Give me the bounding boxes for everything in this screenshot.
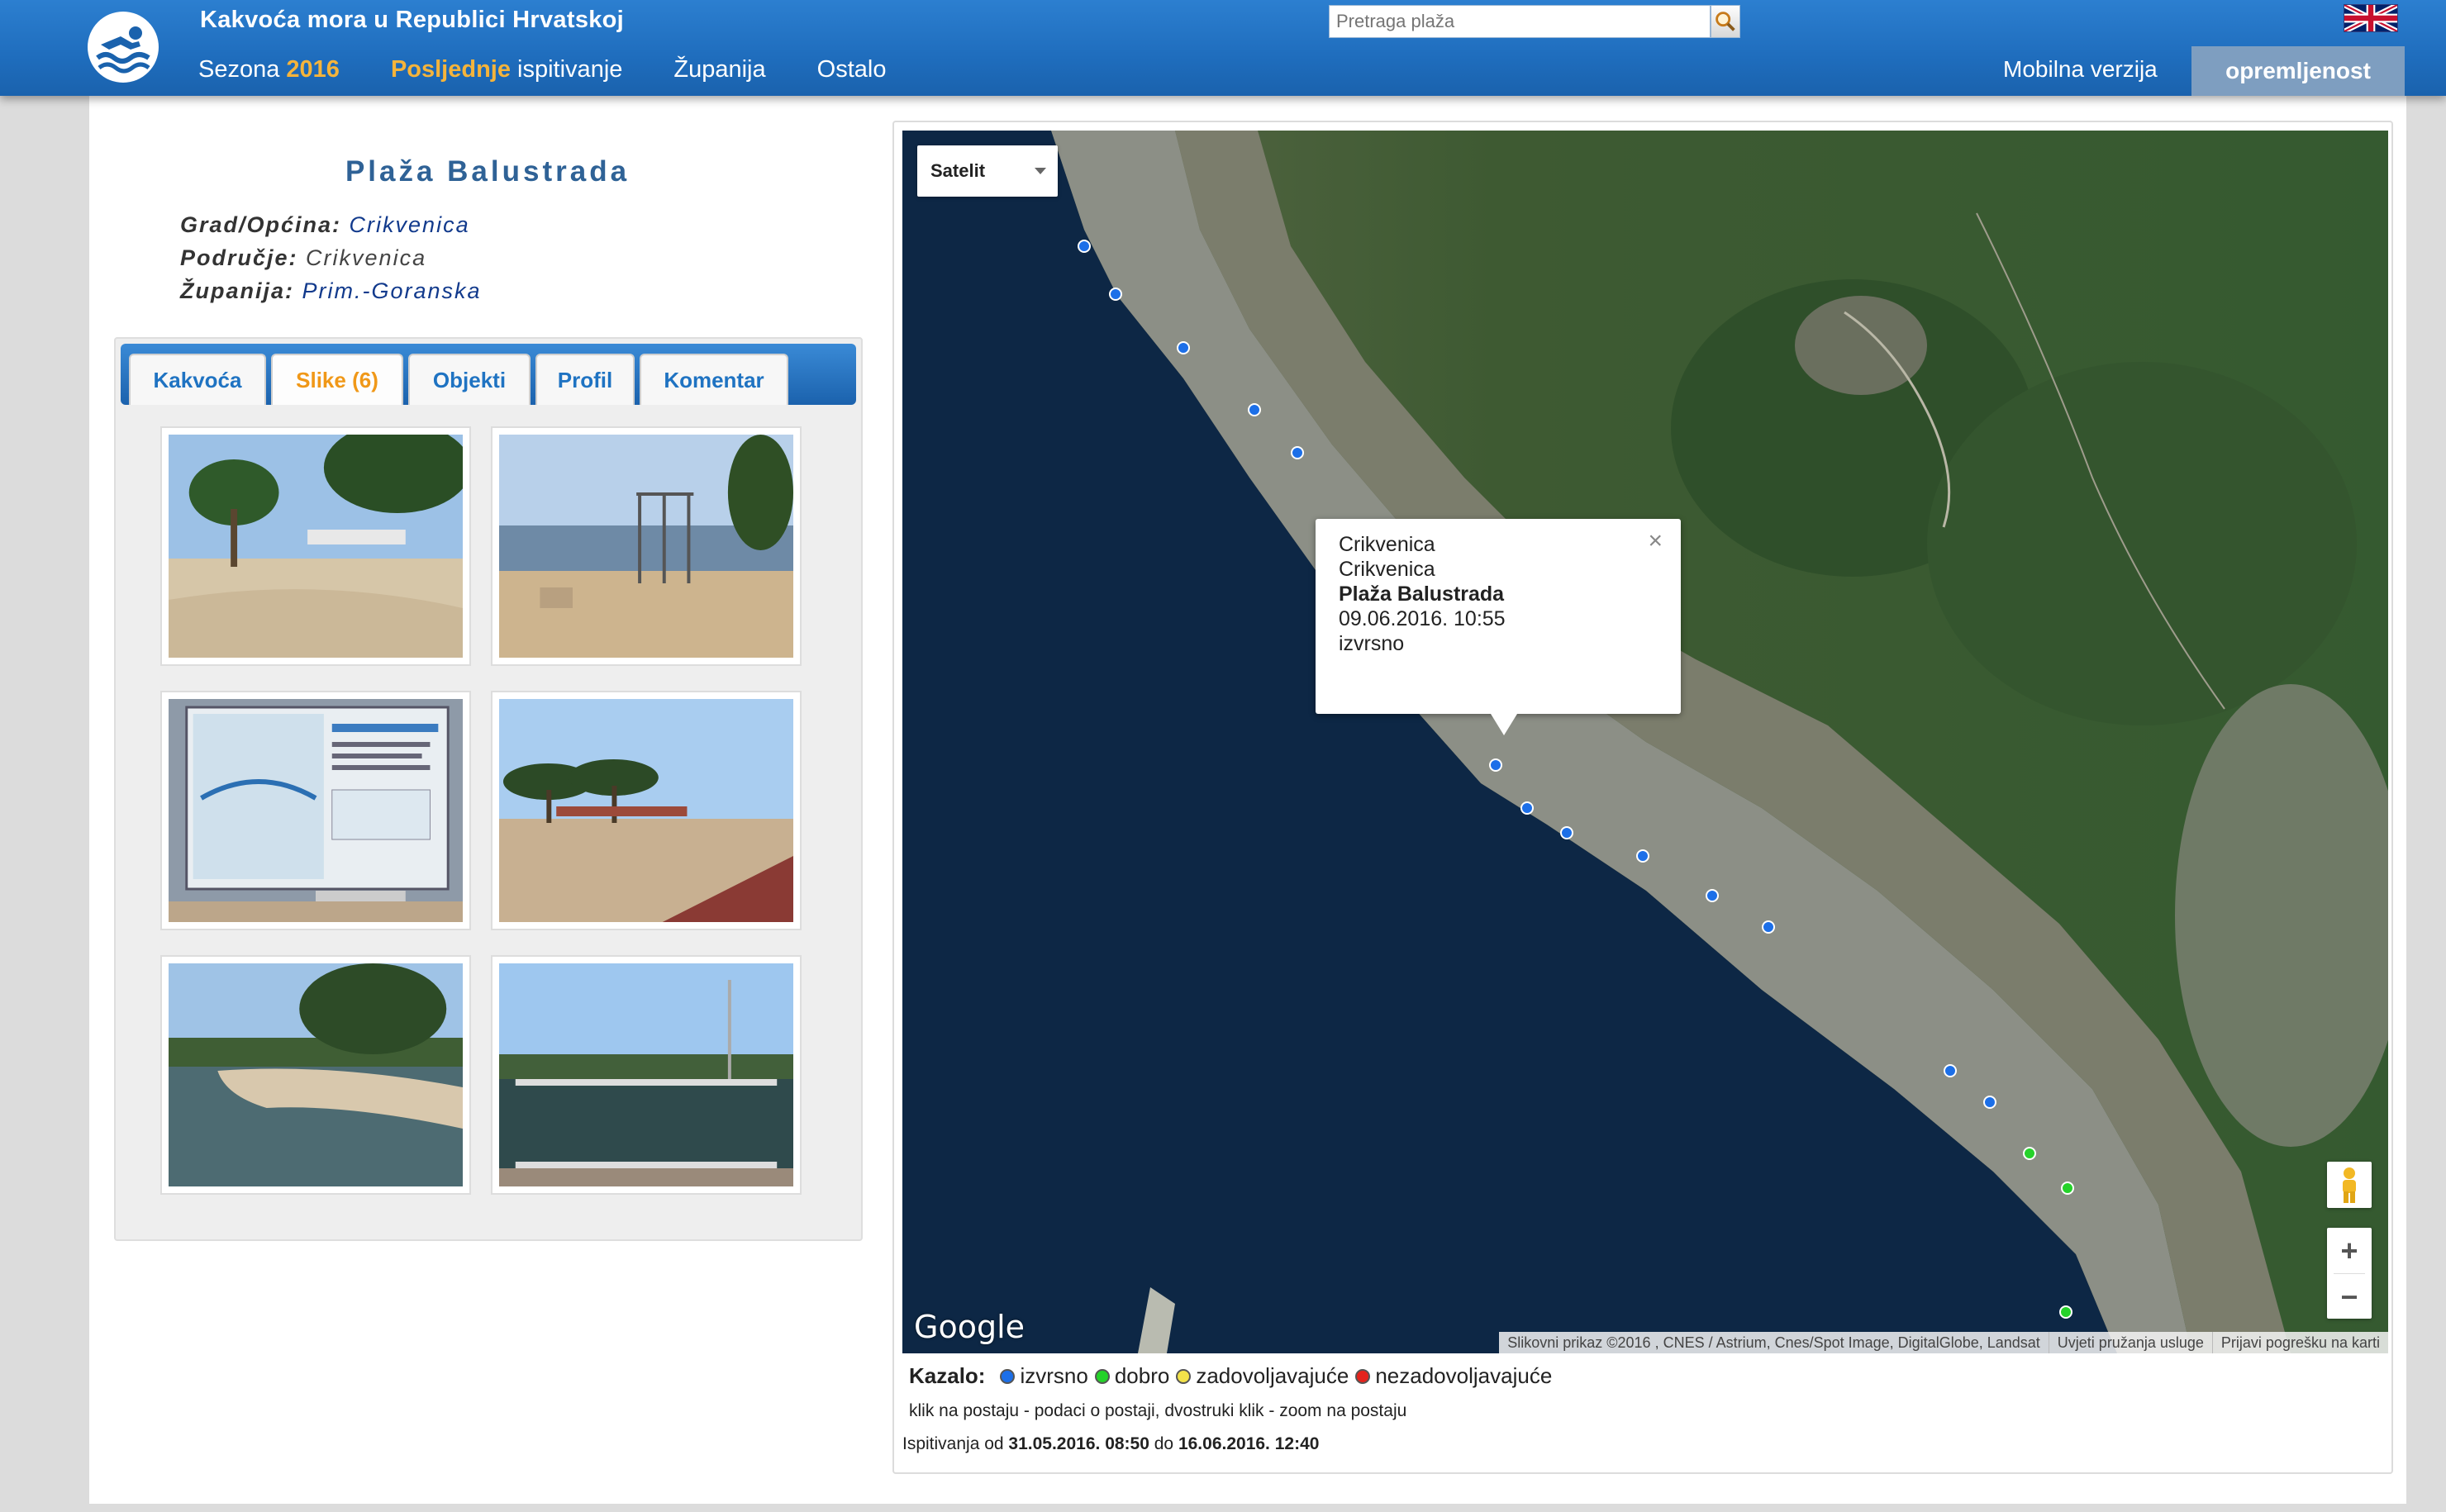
county-row: Županija: Prim.-Goranska bbox=[180, 274, 482, 307]
map-type-label: Satelit bbox=[930, 160, 986, 181]
range-to: 16.06.2016. 12:40 bbox=[1178, 1434, 1320, 1453]
station-marker[interactable] bbox=[1109, 288, 1122, 301]
site-title[interactable]: Kakvoća mora u Republici Hrvatskoj bbox=[200, 7, 624, 34]
equipment-tab[interactable]: opremljenost bbox=[2191, 46, 2405, 96]
station-marker[interactable] bbox=[2061, 1182, 2074, 1195]
nav-county[interactable]: Županija bbox=[673, 56, 765, 83]
station-popup: × Crikvenica Crikvenica Plaža Balustrada… bbox=[1316, 519, 1681, 735]
range-from: 31.05.2016. 08:50 bbox=[1008, 1434, 1149, 1453]
popup-datetime: 09.06.2016. 10:55 bbox=[1339, 607, 1506, 630]
content-page: Plaža Balustrada Grad/Općina: Crikvenica… bbox=[89, 96, 2406, 1504]
nav-last-test[interactable]: Posljednje ispitivanje bbox=[391, 56, 622, 83]
station-marker[interactable] bbox=[1520, 801, 1534, 815]
nav-season-year: 2016 bbox=[286, 56, 340, 83]
beach-photo-3[interactable] bbox=[160, 691, 471, 930]
street-view-pegman-icon[interactable] bbox=[2327, 1162, 2372, 1208]
station-marker[interactable] bbox=[1291, 446, 1304, 459]
tabs-panel: Kakvoća Slike (6) Objekti Profil Komenta… bbox=[114, 337, 863, 1241]
station-marker[interactable] bbox=[1177, 341, 1190, 354]
beach-info: Grad/Općina: Crikvenica Područje: Crikve… bbox=[180, 208, 482, 307]
station-marker[interactable] bbox=[2023, 1147, 2036, 1160]
legend-unsatisfactory: nezadovoljavajuće bbox=[1375, 1363, 1553, 1388]
city-label: Grad/Općina: bbox=[180, 212, 342, 237]
legend-dot-excellent bbox=[1000, 1368, 1016, 1384]
county-link[interactable]: Prim.-Goranska bbox=[302, 278, 482, 303]
main-nav: Sezona 2016 Posljednje ispitivanje Župan… bbox=[198, 56, 937, 83]
zoom-out-button[interactable]: − bbox=[2327, 1274, 2372, 1319]
popup-city: Crikvenica bbox=[1339, 533, 1435, 556]
beach-photo-2[interactable] bbox=[491, 426, 802, 666]
map-legend: Kazalo: izvrsno dobro zadovoljavajuće ne… bbox=[909, 1363, 1552, 1389]
map-container: Satelit × Crikvenica Crikvenica Plaža Ba… bbox=[892, 121, 2393, 1474]
english-flag-icon[interactable] bbox=[2344, 4, 2398, 32]
popup-tail bbox=[1491, 714, 1517, 735]
beach-photo-5[interactable] bbox=[160, 955, 471, 1195]
tab-photos[interactable]: Slike (6) bbox=[271, 354, 403, 405]
map-attribution: Slikovni prikaz ©2016 , CNES / Astrium, … bbox=[1499, 1332, 2388, 1353]
area-value: Crikvenica bbox=[306, 245, 427, 270]
nav-last-suffix: ispitivanje bbox=[517, 56, 623, 83]
station-marker[interactable] bbox=[1078, 240, 1091, 253]
legend-good: dobro bbox=[1114, 1363, 1170, 1388]
beach-photo-1[interactable] bbox=[160, 426, 471, 666]
station-marker-selected[interactable] bbox=[1489, 758, 1502, 772]
search-button[interactable] bbox=[1711, 5, 1740, 38]
station-marker[interactable] bbox=[1944, 1064, 1957, 1077]
legend-satisfactory: zadovoljavajuće bbox=[1196, 1363, 1349, 1388]
tab-quality[interactable]: Kakvoća bbox=[129, 354, 266, 405]
station-marker[interactable] bbox=[2059, 1305, 2072, 1319]
zoom-control: + − bbox=[2327, 1228, 2372, 1319]
beach-photo-6[interactable] bbox=[491, 955, 802, 1195]
top-header: Kakvoća mora u Republici Hrvatskoj Sezon… bbox=[0, 0, 2446, 96]
area-row: Područje: Crikvenica bbox=[180, 241, 482, 274]
station-marker[interactable] bbox=[1560, 826, 1573, 839]
map-type-select[interactable]: Satelit bbox=[917, 145, 1058, 197]
station-marker[interactable] bbox=[1636, 849, 1649, 863]
satellite-map[interactable]: Satelit × Crikvenica Crikvenica Plaža Ba… bbox=[902, 131, 2388, 1353]
popup-rating: izvrsno bbox=[1339, 632, 1405, 655]
mobile-version-link[interactable]: Mobilna verzija bbox=[2003, 56, 2158, 83]
city-link[interactable]: Crikvenica bbox=[350, 212, 470, 237]
imagery-attribution: Slikovni prikaz ©2016 , CNES / Astrium, … bbox=[1507, 1334, 2040, 1351]
station-marker[interactable] bbox=[1762, 920, 1775, 934]
search-icon bbox=[1716, 12, 1735, 31]
chevron-down-icon bbox=[1035, 168, 1046, 174]
tab-profile[interactable]: Profil bbox=[535, 354, 635, 405]
legend-dot-satisfactory bbox=[1176, 1368, 1192, 1384]
legend-dot-good bbox=[1094, 1368, 1110, 1384]
map-hint: klik na postaju - podaci o postaji, dvos… bbox=[909, 1401, 1407, 1420]
terms-link[interactable]: Uvjeti pružanja usluge bbox=[2048, 1332, 2212, 1353]
google-logo: Google bbox=[914, 1309, 1026, 1345]
test-date-range: Ispitivanja od 31.05.2016. 08:50 do 16.0… bbox=[902, 1434, 1319, 1454]
nav-season-label: Sezona bbox=[198, 56, 280, 83]
close-icon[interactable]: × bbox=[1648, 529, 1663, 554]
station-marker[interactable] bbox=[1248, 403, 1261, 416]
nav-season[interactable]: Sezona 2016 bbox=[198, 56, 340, 83]
tab-objects[interactable]: Objekti bbox=[408, 354, 531, 405]
popup-area: Crikvenica bbox=[1339, 558, 1435, 581]
beach-search-input[interactable] bbox=[1329, 5, 1711, 38]
swimmer-logo-icon[interactable] bbox=[88, 12, 159, 83]
popup-beach-name: Plaža Balustrada bbox=[1339, 582, 1505, 606]
tab-comment[interactable]: Komentar bbox=[640, 354, 788, 405]
station-marker[interactable] bbox=[1706, 889, 1719, 902]
report-error-link[interactable]: Prijavi pogrešku na karti bbox=[2211, 1332, 2388, 1353]
legend-title: Kazalo: bbox=[909, 1363, 986, 1388]
beach-title: Plaža Balustrada bbox=[345, 155, 631, 188]
city-row: Grad/Općina: Crikvenica bbox=[180, 208, 482, 241]
beach-photo-4[interactable] bbox=[491, 691, 802, 930]
county-label: Županija: bbox=[180, 278, 294, 303]
area-label: Područje: bbox=[180, 245, 298, 270]
zoom-in-button[interactable]: + bbox=[2327, 1228, 2372, 1273]
map-terrain bbox=[902, 131, 2388, 1353]
tab-bar: Kakvoća Slike (6) Objekti Profil Komenta… bbox=[121, 344, 856, 405]
nav-other[interactable]: Ostalo bbox=[817, 56, 887, 83]
legend-excellent: izvrsno bbox=[1020, 1363, 1088, 1388]
legend-dot-unsatisfactory bbox=[1355, 1368, 1371, 1384]
station-marker[interactable] bbox=[1983, 1096, 1996, 1109]
range-prefix: Ispitivanja od bbox=[902, 1434, 1004, 1453]
range-mid: do bbox=[1154, 1434, 1174, 1453]
nav-last-prefix: Posljednje bbox=[390, 56, 511, 83]
